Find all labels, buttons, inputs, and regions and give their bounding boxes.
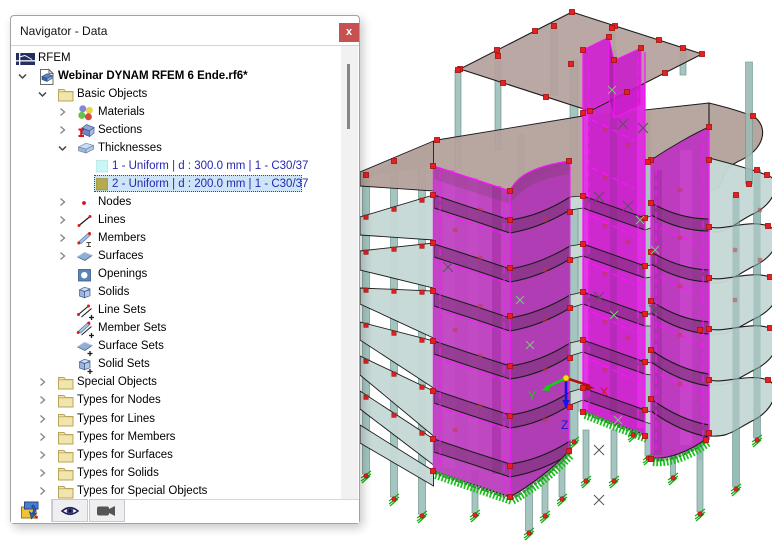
svg-text:Z: Z xyxy=(561,418,568,432)
svg-text:Y: Y xyxy=(528,389,536,403)
svg-text:X: X xyxy=(600,385,608,399)
